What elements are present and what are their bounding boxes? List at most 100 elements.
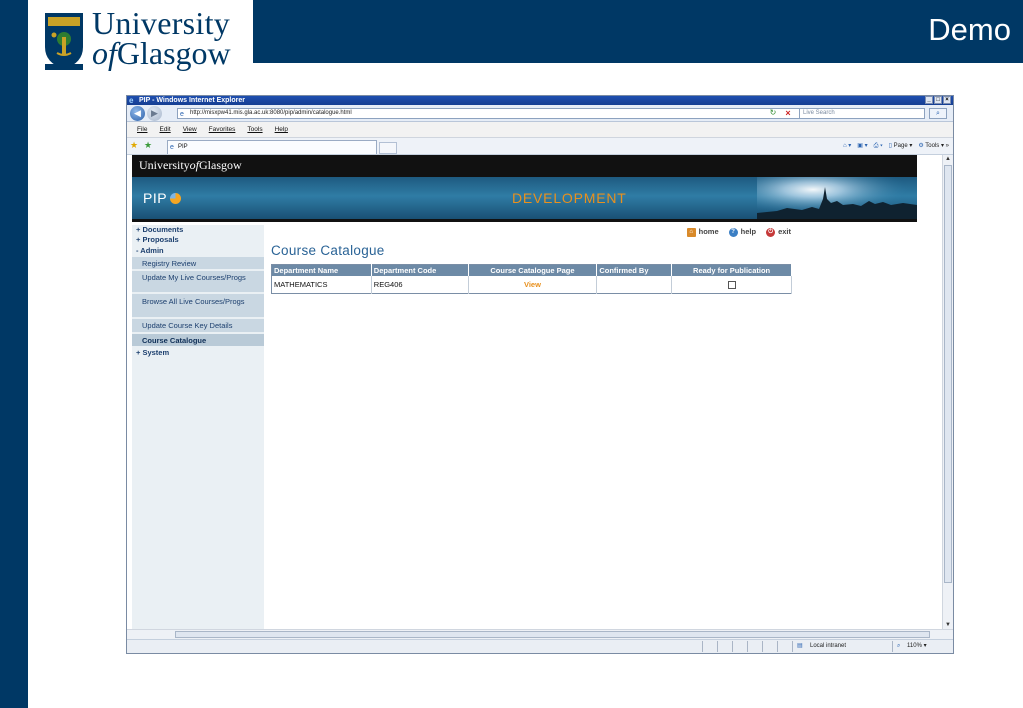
menu-edit[interactable]: Edit — [159, 126, 170, 133]
page-menu-icon: ▯ — [888, 143, 892, 149]
sidebar-item-documents[interactable]: + Documents — [136, 225, 183, 235]
command-bar: ⌂ ▾ ▣ ▾ ⎙ ▾ ▯ Page ▾ ⚙ Tools ▾ » — [843, 141, 949, 152]
banner-divider — [132, 219, 917, 222]
window-title-bar[interactable]: e PIP - Windows Internet Explorer _ □ × — [127, 96, 953, 105]
favorites-star-icon[interactable]: ★ — [130, 140, 138, 151]
column-header-department-name[interactable]: Department Name — [271, 264, 372, 276]
zoom-icon: ⌕ — [897, 643, 901, 649]
forward-button[interactable]: ▶ — [147, 106, 162, 121]
menu-help[interactable]: Help — [275, 126, 288, 133]
table-row: MATHEMATICS REG406 View — [271, 276, 792, 294]
tools-menu[interactable]: ⚙ Tools ▾ » — [918, 141, 949, 152]
page-icon: e — [180, 111, 184, 118]
right-margin-area — [801, 225, 917, 629]
tools-gear-icon: ⚙ — [918, 143, 924, 149]
sidebar-item-proposals[interactable]: + Proposals — [136, 235, 179, 245]
app-header-of: of — [189, 158, 200, 172]
department-code-cell: REG406 — [371, 276, 469, 294]
window-title: PIP - Windows Internet Explorer — [139, 97, 245, 104]
search-input[interactable]: Live Search — [799, 108, 925, 119]
menu-tools[interactable]: Tools — [247, 126, 262, 133]
glasgow-skyline-icon — [757, 177, 917, 219]
development-banner: PIP DEVELOPMENT — [132, 177, 917, 219]
app-header-university: University — [139, 158, 190, 172]
vertical-scrollbar[interactable]: ▲ ▼ — [942, 155, 953, 629]
main-content: ⌂ home ? help ⏻ exit Course Catalogue Depar… — [266, 225, 801, 629]
sidebar-item-update-my-live-courses[interactable]: Update My Live Courses/Progs — [132, 271, 264, 293]
vertical-scroll-thumb[interactable] — [944, 165, 952, 583]
column-header-confirmed-by[interactable]: Confirmed By — [596, 264, 673, 276]
ie-logo-icon: e — [129, 96, 134, 105]
ready-for-publication-checkbox[interactable] — [727, 281, 736, 290]
minimize-button[interactable]: _ — [925, 96, 933, 104]
tab-page-icon: e — [170, 144, 174, 151]
url-field[interactable]: e http://misxpw41.mis.gla.ac.uk:8080/pip… — [177, 108, 817, 119]
stop-button[interactable]: × — [782, 108, 794, 119]
new-tab-button[interactable] — [379, 142, 397, 154]
column-header-catalogue-page[interactable]: Course Catalogue Page — [468, 264, 598, 276]
menu-file[interactable]: File — [137, 126, 147, 133]
pip-logo-text: PIP — [143, 190, 168, 206]
exit-link[interactable]: ⏻ exit — [766, 227, 791, 237]
menu-favorites[interactable]: Favorites — [209, 126, 236, 133]
tools-menu-label: Tools — [925, 143, 940, 149]
home-link-label: home — [698, 227, 719, 236]
page-menu-label: Page — [893, 143, 908, 149]
refresh-button[interactable]: ↻ — [767, 108, 779, 119]
page-title: Course Catalogue — [271, 243, 385, 258]
slide-left-band — [0, 0, 28, 708]
status-divider — [792, 641, 793, 652]
banner-title: DEVELOPMENT — [512, 190, 627, 206]
horizontal-scrollbar[interactable] — [127, 629, 953, 639]
page-viewport: UniversityofGlasgow PIP DEVELOPMENT + Do… — [127, 155, 942, 629]
home-link[interactable]: ⌂ home — [686, 227, 719, 237]
favorites-bar: ★ ★ e PIP ⌂ ▾ ▣ ▾ ⎙ ▾ ▯ Page ▾ ⚙ Tools ▾… — [127, 138, 953, 155]
scroll-down-icon[interactable]: ▼ — [944, 621, 952, 629]
print-icon[interactable]: ⎙ ▾ — [874, 141, 883, 152]
maximize-button[interactable]: □ — [934, 96, 942, 104]
sidebar-item-system[interactable]: + System — [136, 348, 169, 358]
presentation-slide: University ofGlasgow Demo e PIP - Window… — [0, 0, 1023, 708]
status-divider — [747, 641, 748, 652]
logo-text-of: of — [92, 35, 117, 71]
sidebar-item-update-course-key-details[interactable]: Update Course Key Details — [132, 319, 264, 333]
sidebar-item-browse-all-live-courses[interactable]: Browse All Live Courses/Progs — [132, 294, 264, 318]
search-button[interactable]: ⌕ — [929, 108, 947, 119]
catalogue-page-cell: View — [468, 276, 598, 294]
status-divider — [762, 641, 763, 652]
close-window-button[interactable]: × — [943, 96, 951, 104]
add-favorites-icon[interactable]: ★ — [144, 140, 152, 151]
status-divider — [777, 641, 778, 652]
top-links: ⌂ home ? help ⏻ exit — [686, 227, 791, 237]
feeds-icon[interactable]: ▣ ▾ — [857, 141, 867, 152]
column-header-department-code[interactable]: Department Code — [371, 264, 469, 276]
sidebar-item-course-catalogue[interactable]: Course Catalogue — [132, 334, 264, 347]
logo-text-line2: ofGlasgow — [92, 36, 231, 70]
status-divider — [732, 641, 733, 652]
horizontal-scroll-thumb[interactable] — [175, 631, 930, 638]
sidebar-item-admin[interactable]: - Admin — [136, 246, 164, 256]
address-bar: ◀ ▶ e http://misxpw41.mis.gla.ac.uk:8080… — [127, 105, 953, 122]
help-link[interactable]: ? help — [728, 227, 756, 237]
security-zone[interactable]: ▤ Local intranet — [797, 640, 846, 653]
zoom-level[interactable]: ⌕ 110% ▾ — [897, 640, 927, 653]
home-link-icon: ⌂ — [686, 227, 696, 237]
home-icon[interactable]: ⌂ ▾ — [843, 141, 851, 152]
back-button[interactable]: ◀ — [130, 106, 145, 121]
page-menu[interactable]: ▯ Page ▾ — [889, 141, 913, 152]
confirmed-by-cell — [596, 276, 673, 294]
exit-link-icon: ⏻ — [766, 227, 776, 237]
menu-bar: File Edit View Favorites Tools Help — [127, 122, 953, 138]
browser-tab[interactable]: e PIP — [167, 140, 377, 154]
pip-logo[interactable]: PIP — [143, 190, 182, 206]
tab-title: PIP — [178, 144, 188, 150]
menu-view[interactable]: View — [183, 126, 197, 133]
view-catalogue-link[interactable]: View — [524, 280, 541, 289]
demo-label: Demo — [928, 12, 1011, 47]
sidebar-item-registry-review[interactable]: Registry Review — [132, 257, 264, 270]
scroll-up-icon[interactable]: ▲ — [944, 155, 952, 163]
ready-for-publication-cell — [671, 276, 792, 294]
browser-window: e PIP - Windows Internet Explorer _ □ × … — [126, 95, 954, 654]
logo-text-glasgow: Glasgow — [116, 35, 231, 71]
column-header-ready-for-publication[interactable]: Ready for Publication — [671, 264, 792, 276]
